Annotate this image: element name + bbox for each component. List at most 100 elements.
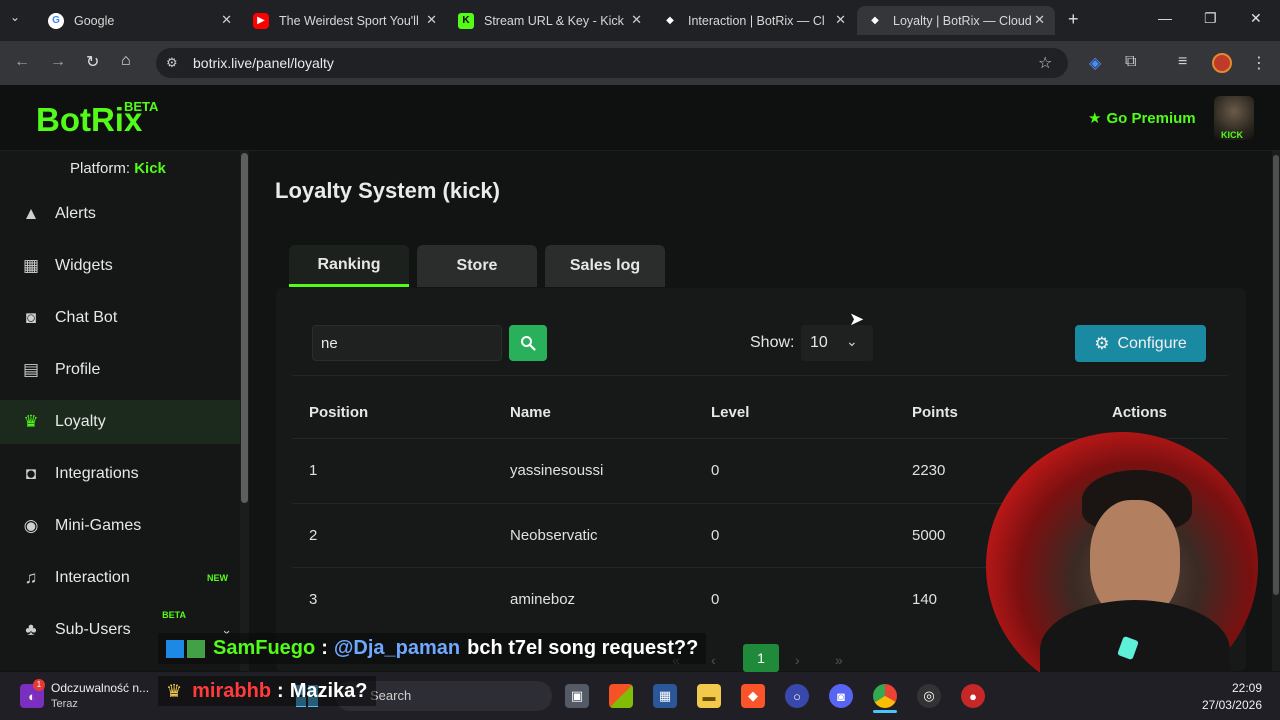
- browser-tab-kick[interactable]: K Stream URL & Key - Kick ✕: [448, 6, 652, 35]
- close-tab-icon[interactable]: ✕: [1034, 12, 1045, 28]
- task-view-icon[interactable]: ▣: [565, 684, 589, 708]
- browser-tab-youtube[interactable]: ▶ The Weirdest Sport You'll ✕: [243, 6, 447, 35]
- tab-store[interactable]: Store: [417, 245, 537, 287]
- youtube-icon: ▶: [253, 12, 269, 29]
- sidebar-item-loyalty[interactable]: ♛ Loyalty: [0, 400, 240, 444]
- column-header-position[interactable]: Position: [309, 404, 368, 421]
- sidebar-item-label: Loyalty: [55, 413, 106, 430]
- search-button[interactable]: [509, 325, 547, 361]
- sidebar-item-profile[interactable]: ▤ Profile: [0, 348, 240, 392]
- configure-label: Configure: [1117, 334, 1187, 352]
- tab-title: The Weirdest Sport You'll: [279, 13, 419, 28]
- file-explorer-icon[interactable]: ▬: [697, 684, 721, 708]
- cell-level: 0: [711, 527, 720, 544]
- id-card-icon: ▤: [22, 360, 40, 379]
- restore-icon[interactable]: ❐: [1204, 10, 1217, 27]
- go-premium-label: Go Premium: [1106, 110, 1196, 127]
- tab-title: Stream URL & Key - Kick: [484, 13, 624, 28]
- home-icon[interactable]: ⌂: [121, 52, 131, 70]
- tab-label: Store: [456, 257, 498, 274]
- extension-shield-icon[interactable]: ◈: [1089, 53, 1101, 73]
- tab-title: Google: [74, 13, 115, 28]
- sidebar-item-label: Widgets: [55, 257, 113, 274]
- music-icon: ♫: [24, 568, 38, 587]
- browser-menu-icon[interactable]: ⋮: [1251, 53, 1267, 73]
- tab-search-chevron-icon[interactable]: ⌄: [10, 10, 20, 24]
- sidebar-item-widgets[interactable]: ▦ Widgets: [0, 244, 240, 288]
- discord-icon[interactable]: ◙: [829, 684, 853, 708]
- platform-label: Platform:: [70, 160, 131, 177]
- cell-level: 0: [711, 591, 720, 608]
- obs-icon[interactable]: ◎: [917, 684, 941, 708]
- close-tab-icon[interactable]: ✕: [835, 12, 846, 28]
- prev-page-icon[interactable]: ‹: [711, 652, 716, 668]
- sidebar-item-alerts[interactable]: ▲ Alerts: [0, 192, 240, 236]
- profile-avatar-icon[interactable]: [1212, 53, 1232, 73]
- configure-button[interactable]: ⚙ Configure: [1075, 325, 1206, 362]
- close-window-icon[interactable]: ✕: [1250, 10, 1262, 27]
- chrome-icon[interactable]: [873, 684, 897, 708]
- media-control-icon[interactable]: ≡: [1178, 53, 1187, 71]
- cell-position: 1: [309, 462, 318, 479]
- close-tab-icon[interactable]: ✕: [631, 12, 642, 28]
- sidebar-item-integrations[interactable]: ◘ Integrations: [0, 452, 240, 496]
- chat-overlay-message: ♛ mirabhb : Mazika?: [158, 676, 376, 706]
- chat-badge-icon: [187, 639, 205, 658]
- active-app-indicator: [873, 710, 897, 713]
- column-header-level[interactable]: Level: [711, 404, 749, 421]
- search-input[interactable]: [312, 325, 502, 361]
- tab-sales-log[interactable]: Sales log: [545, 245, 665, 287]
- taskbar-clock[interactable]: 22:09: [1200, 681, 1262, 695]
- tab-label: Sales log: [569, 257, 641, 274]
- tab-title: Interaction | BotRix — Cl: [688, 13, 825, 28]
- column-header-actions: Actions: [1112, 404, 1168, 421]
- sidebar-scroll-thumb[interactable]: [241, 153, 248, 503]
- reload-icon[interactable]: ↻: [86, 52, 99, 72]
- close-tab-icon[interactable]: ✕: [221, 12, 232, 28]
- bookmark-star-icon[interactable]: ☆: [1038, 53, 1052, 73]
- new-tab-plus-icon[interactable]: +: [1068, 9, 1079, 30]
- site-info-icon[interactable]: ⚙: [166, 55, 178, 71]
- chat-username: mirabhb: [192, 679, 272, 702]
- tab-ranking[interactable]: Ranking: [289, 245, 409, 287]
- mouse-cursor-icon: ➤: [849, 309, 865, 329]
- app-red-icon[interactable]: ●: [961, 684, 985, 708]
- sidebar-item-label: Sub-Users: [55, 621, 131, 638]
- store-icon[interactable]: ▦: [653, 684, 677, 708]
- sidebar-item-chat-bot[interactable]: ◙ Chat Bot: [0, 296, 240, 340]
- back-arrow-icon[interactable]: ←: [14, 53, 30, 71]
- sidebar-item-interaction[interactable]: ♫ Interaction NEW: [0, 556, 240, 600]
- logo-beta-badge: BETA: [124, 99, 159, 114]
- url-text[interactable]: botrix.live/panel/loyalty: [193, 55, 334, 71]
- extensions-puzzle-icon[interactable]: ⧉: [1125, 53, 1136, 71]
- forward-arrow-icon[interactable]: →: [50, 53, 66, 71]
- chevron-down-icon[interactable]: ⌄: [846, 333, 858, 350]
- botrix-icon: ◆: [867, 12, 883, 29]
- chat-overlay-message: SamFuego : @Dja_paman bch t7el song requ…: [158, 633, 707, 664]
- column-header-points[interactable]: Points: [912, 404, 958, 421]
- column-header-name[interactable]: Name: [510, 404, 551, 421]
- grid-icon: ▦: [22, 256, 40, 275]
- page-1-button[interactable]: 1: [743, 644, 779, 672]
- last-page-icon[interactable]: »: [835, 652, 843, 668]
- browser-tab-interaction[interactable]: ◆ Interaction | BotRix — Cl ✕: [652, 6, 856, 35]
- avatar-kick-tag: KICK: [1221, 130, 1243, 140]
- platform-value: Kick: [134, 160, 166, 177]
- sidebar-item-mini-games[interactable]: ◉ Mini-Games: [0, 504, 240, 548]
- page-size-select[interactable]: 10: [801, 325, 873, 361]
- tab-label: Ranking: [317, 255, 381, 273]
- widgets-app-icon[interactable]: [609, 684, 633, 708]
- page-scroll-thumb[interactable]: [1273, 155, 1279, 595]
- close-tab-icon[interactable]: ✕: [426, 12, 437, 28]
- next-page-icon[interactable]: ›: [795, 652, 800, 668]
- browser-tab-loyalty[interactable]: ◆ Loyalty | BotRix — Cloud ✕: [857, 6, 1055, 35]
- brave-icon[interactable]: ◆: [741, 684, 765, 708]
- app-circle-icon[interactable]: ○: [785, 684, 809, 708]
- go-premium-button[interactable]: ★ Go Premium: [1088, 109, 1196, 127]
- trophy-icon: ♛: [23, 412, 39, 431]
- minimize-icon[interactable]: —: [1158, 10, 1172, 26]
- taskbar-date[interactable]: 27/03/2026: [1188, 698, 1262, 712]
- cell-points: 2230: [912, 462, 946, 479]
- browser-tab-google[interactable]: G Google ✕: [38, 6, 242, 35]
- notification-title[interactable]: Odczuwalność n...: [51, 681, 149, 695]
